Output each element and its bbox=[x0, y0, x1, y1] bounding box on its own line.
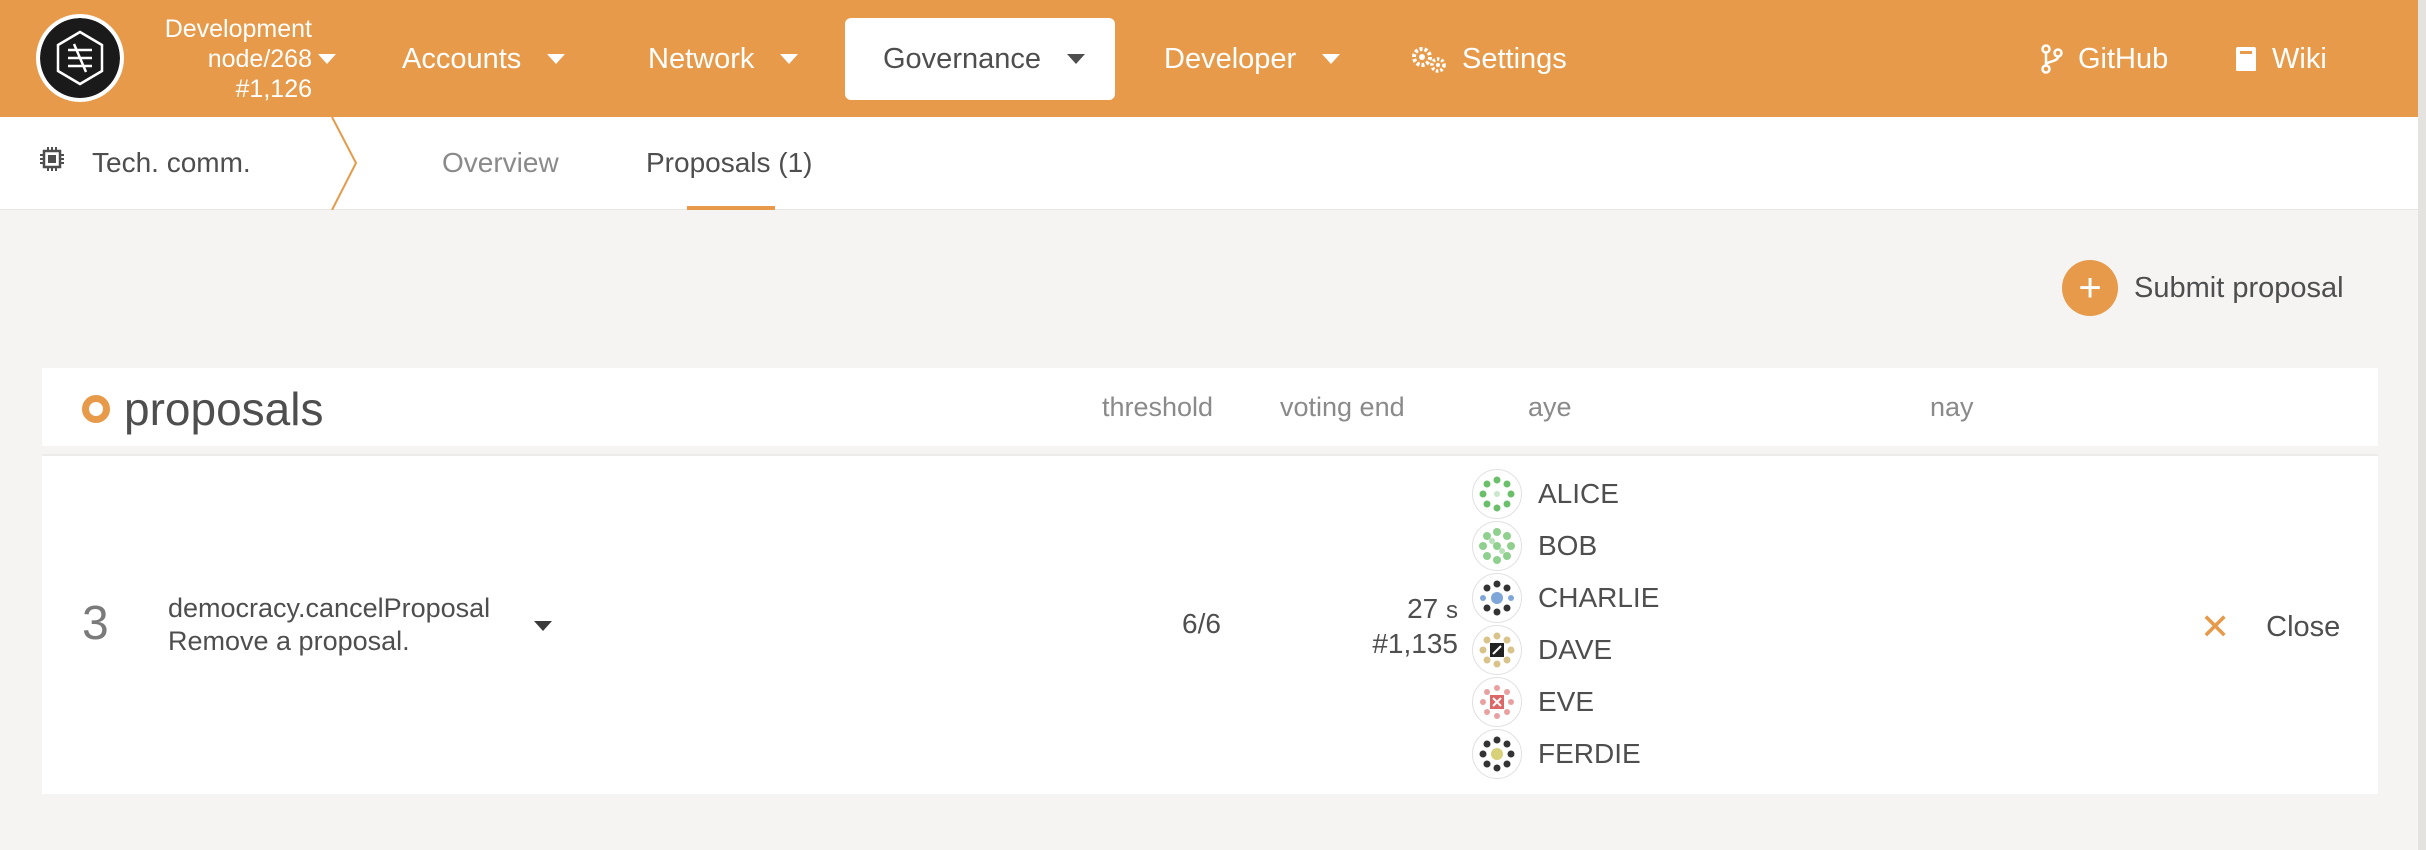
table-row: 3 democracy.cancelProposal Remove a prop… bbox=[42, 454, 2378, 794]
ring-icon bbox=[82, 395, 110, 423]
identicon-avatar bbox=[1472, 729, 1522, 779]
gears-icon bbox=[1410, 44, 1448, 74]
expand-details-icon[interactable] bbox=[534, 621, 552, 631]
chain-block: #1,126 bbox=[235, 75, 312, 103]
sub-nav-bar: Tech. comm. Overview Proposals (1) bbox=[0, 117, 2426, 210]
code-branch-icon bbox=[2040, 44, 2064, 74]
nav-network-label: Network bbox=[648, 42, 755, 75]
chain-node: node/268 bbox=[207, 45, 312, 73]
nav-wiki-label: Wiki bbox=[2272, 42, 2327, 75]
nav-developer[interactable]: Developer bbox=[1164, 18, 1341, 100]
proposals-table-header: proposals threshold voting end aye nay bbox=[42, 368, 2378, 446]
voter-name: FERDIE bbox=[1538, 738, 1641, 769]
proposal-method: democracy.cancelProposal bbox=[168, 593, 491, 623]
nav-settings[interactable]: Settings bbox=[1410, 18, 1567, 100]
voter-name: BOB bbox=[1538, 530, 1598, 561]
proposal-threshold: 6/6 bbox=[1182, 608, 1221, 639]
nav-developer-label: Developer bbox=[1164, 42, 1297, 75]
nav-accounts-label: Accounts bbox=[402, 42, 522, 75]
close-button[interactable]: ✕ Close bbox=[2200, 606, 2340, 648]
chevron-down-icon bbox=[780, 54, 799, 64]
nav-governance[interactable]: Governance bbox=[845, 18, 1115, 100]
close-icon: ✕ bbox=[2200, 606, 2231, 647]
tab-proposals[interactable]: Proposals (1) bbox=[646, 147, 813, 179]
header-nay: nay bbox=[1930, 392, 1974, 422]
top-nav-bar: Development node/268 #1,126 Accounts Net… bbox=[0, 0, 2426, 117]
section-title: Tech. comm. bbox=[38, 145, 251, 180]
submit-proposal-label: Submit proposal bbox=[2134, 271, 2344, 304]
substrate-logo[interactable] bbox=[36, 14, 124, 102]
table-title-label: proposals bbox=[124, 383, 324, 435]
aye-voter-list: ALICE BOB CHARLIE DAVE EVE FERDIE bbox=[1472, 468, 1659, 780]
nav-accounts[interactable]: Accounts bbox=[402, 18, 566, 100]
submit-proposal-button[interactable]: + Submit proposal bbox=[2062, 260, 2344, 316]
microchip-icon bbox=[38, 145, 66, 180]
voter-charlie[interactable]: CHARLIE bbox=[1472, 572, 1659, 624]
active-tab-indicator bbox=[687, 206, 775, 210]
header-threshold: threshold bbox=[1102, 392, 1214, 422]
nav-settings-label: Settings bbox=[1462, 42, 1567, 75]
chevron-down-icon bbox=[1067, 54, 1085, 64]
voter-eve[interactable]: EVE bbox=[1472, 676, 1659, 728]
voter-name: EVE bbox=[1538, 686, 1595, 717]
proposal-index: 3 bbox=[82, 597, 109, 650]
chevron-down-icon bbox=[547, 54, 566, 64]
tab-overview[interactable]: Overview bbox=[442, 147, 559, 179]
identicon-avatar bbox=[1472, 469, 1522, 519]
book-icon bbox=[2234, 45, 2258, 73]
voting-time-unit: s bbox=[1446, 597, 1458, 624]
nav-github[interactable]: GitHub bbox=[2040, 18, 2168, 100]
nav-github-label: GitHub bbox=[2078, 42, 2169, 75]
voting-end-block: #1,135 bbox=[1372, 628, 1458, 659]
voter-name: CHARLIE bbox=[1538, 582, 1660, 613]
identicon-avatar bbox=[1472, 573, 1522, 623]
table-title: proposals bbox=[82, 382, 323, 436]
nav-network[interactable]: Network bbox=[648, 18, 799, 100]
identicon-avatar bbox=[1472, 625, 1522, 675]
voter-bob[interactable]: BOB bbox=[1472, 520, 1659, 572]
nav-wiki[interactable]: Wiki bbox=[2234, 18, 2327, 100]
scrollbar[interactable] bbox=[2418, 0, 2426, 850]
chevron-down-icon bbox=[1322, 54, 1341, 64]
identicon-avatar bbox=[1472, 521, 1522, 571]
chain-dropdown-icon[interactable] bbox=[318, 54, 336, 64]
voter-alice[interactable]: ALICE bbox=[1472, 468, 1659, 520]
plus-icon: + bbox=[2062, 260, 2118, 316]
nav-governance-label: Governance bbox=[883, 42, 1041, 75]
identicon-avatar bbox=[1472, 677, 1522, 727]
voter-name: ALICE bbox=[1538, 478, 1619, 509]
proposal-voting-end: 27 s #1,135 bbox=[1302, 592, 1458, 660]
header-aye: aye bbox=[1528, 392, 1572, 422]
chain-name: Development bbox=[164, 15, 312, 43]
voter-dave[interactable]: DAVE bbox=[1472, 624, 1659, 676]
breadcrumb-separator bbox=[331, 117, 358, 210]
proposal-call: democracy.cancelProposal Remove a propos… bbox=[168, 592, 490, 658]
section-title-label: Tech. comm. bbox=[92, 146, 251, 178]
close-label: Close bbox=[2266, 610, 2341, 643]
header-voting-end: voting end bbox=[1280, 392, 1405, 422]
voter-name: DAVE bbox=[1538, 634, 1613, 665]
chain-selector[interactable]: Development node/268 #1,126 bbox=[132, 14, 312, 104]
proposal-description: Remove a proposal. bbox=[168, 626, 410, 656]
voting-time: 27 bbox=[1407, 593, 1439, 624]
voter-ferdie[interactable]: FERDIE bbox=[1472, 728, 1659, 780]
